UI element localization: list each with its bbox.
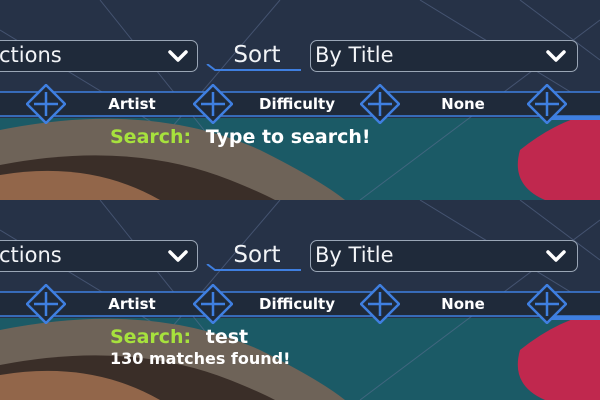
add-filter-button[interactable] (25, 83, 67, 125)
plus-icon (25, 283, 67, 325)
filter-chip-artist[interactable]: Artist (80, 294, 184, 314)
filter-dropdown[interactable]: ctions (0, 40, 198, 72)
filter-bar: Artist Difficulty None (0, 83, 600, 125)
chevron-down-icon (546, 50, 566, 62)
sort-underline (206, 64, 301, 71)
search-input[interactable]: Type to search! (206, 126, 371, 148)
search-label: Search: (110, 126, 192, 148)
song-select-panel-bottom: ctions Sort By Title Artist Difficulty N… (0, 200, 600, 400)
search-field[interactable]: Search: Type to search! (110, 125, 371, 149)
sort-dropdown[interactable]: By Title (310, 240, 578, 272)
plus-icon (192, 83, 234, 125)
search-input[interactable]: test (206, 326, 248, 348)
chevron-down-icon (168, 50, 188, 62)
sort-dropdown-value: By Title (315, 43, 394, 67)
filter-dropdown-value: ctions (0, 243, 62, 267)
chevron-down-icon (546, 250, 566, 262)
add-filter-button[interactable] (526, 283, 568, 325)
add-filter-button[interactable] (192, 83, 234, 125)
plus-icon (526, 83, 568, 125)
plus-icon (192, 283, 234, 325)
sort-dropdown[interactable]: By Title (310, 40, 578, 72)
filter-chip-difficulty[interactable]: Difficulty (238, 94, 356, 114)
add-filter-button[interactable] (25, 283, 67, 325)
add-filter-button[interactable] (526, 83, 568, 125)
song-select-panel-top: ctions Sort By Title Artist Difficulty N… (0, 0, 600, 200)
filter-chip-none[interactable]: None (405, 94, 521, 114)
chevron-down-icon (168, 250, 188, 262)
match-count: 130 matches found! (110, 349, 291, 368)
add-filter-button[interactable] (192, 283, 234, 325)
filter-chip-none[interactable]: None (405, 294, 521, 314)
add-filter-button[interactable] (359, 283, 401, 325)
search-label: Search: (110, 326, 192, 348)
sort-underline (206, 264, 301, 271)
filter-dropdown-value: ctions (0, 43, 62, 67)
filter-bar: Artist Difficulty None (0, 283, 600, 325)
sort-dropdown-value: By Title (315, 243, 394, 267)
plus-icon (359, 83, 401, 125)
plus-icon (359, 283, 401, 325)
plus-icon (526, 283, 568, 325)
filter-chip-difficulty[interactable]: Difficulty (238, 294, 356, 314)
filter-chip-artist[interactable]: Artist (80, 94, 184, 114)
add-filter-button[interactable] (359, 83, 401, 125)
filter-dropdown[interactable]: ctions (0, 240, 198, 272)
search-field[interactable]: Search: test (110, 325, 248, 349)
plus-icon (25, 83, 67, 125)
